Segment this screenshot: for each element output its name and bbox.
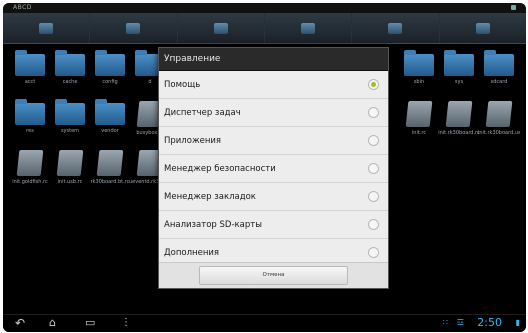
file-item[interactable]: rk30board.bt.rc [89,148,131,198]
file-name: init.rk30board.rc [438,130,480,136]
option-help[interactable]: Помощь [159,71,388,99]
home-icon[interactable]: ⌂ [49,316,56,330]
option-label: Диспетчер задач [164,107,241,118]
signal-icon: ☲ [456,318,464,327]
radio-icon[interactable] [368,191,379,202]
file-item[interactable]: sys [438,50,480,100]
file-manager-toolbar [3,13,526,44]
option-label: Помощь [164,79,201,90]
toolbar-edit-button[interactable] [178,13,265,43]
file-item[interactable]: system [49,99,91,149]
option-label: Менеджер безопасности [164,163,276,174]
folder-icon [95,50,125,76]
notification-icon [511,5,516,10]
folder-icon [95,99,125,125]
menu-icon[interactable]: ⋮ [121,316,131,330]
top-status-bar: ABCD [3,3,526,13]
option-label: Анализатор SD-карты [164,219,262,230]
file-item[interactable]: config [89,50,131,100]
file-name: init.goldfish.rc [12,179,48,185]
toolbar-image-button[interactable] [265,13,353,43]
file-item[interactable]: vendor [89,99,131,149]
wifi-battery-icon: ▮ [515,318,520,327]
folder-icon [39,22,54,34]
carrier-label: ABCD [13,4,32,11]
toolbar-settings-button[interactable] [440,13,526,43]
file-name: sbin [413,79,425,85]
toolbar-grid-button[interactable] [90,13,178,43]
file-name: rk30board.bt.rc [90,179,130,185]
file-item[interactable]: sdcard [478,50,520,100]
toolbar-sort-button[interactable] [352,13,440,43]
file-item[interactable]: cache [49,50,91,100]
folder-icon [15,50,45,76]
file-name: init.rc [411,130,427,136]
option-applications[interactable]: Приложения [159,127,388,155]
toolbar-folder-button[interactable] [3,13,91,43]
file-item[interactable]: sbin [398,50,440,100]
file-name: sdcard [490,79,508,85]
radio-checked-icon[interactable] [368,79,379,90]
folder-icon [55,99,85,125]
image-icon [301,22,316,34]
option-security-manager[interactable]: Менеджер безопасности [159,155,388,183]
back-icon[interactable]: ↶ [15,316,25,330]
radio-icon[interactable] [368,219,379,230]
status-clock: 2:50 [477,316,502,329]
file-name: res [26,128,34,134]
document-icon [16,150,44,176]
management-dialog: Управление Помощь Диспетчер задач Прилож… [158,47,389,289]
file-item[interactable]: init.goldfish.rc [9,148,51,198]
recent-apps-icon[interactable]: ▭ [85,316,95,330]
sort-icon [388,22,403,34]
folder-icon [404,50,434,76]
file-item[interactable]: init.usb.rc [49,148,91,198]
file-name: config [102,79,118,85]
file-item[interactable]: init.rk30board.rc [438,99,480,149]
document-icon [56,150,84,176]
folder-icon [15,99,45,125]
file-name: acct [24,79,36,85]
file-name: system [60,128,80,134]
dialog-options-list: Помощь Диспетчер задач Приложения Менедж… [159,71,388,266]
dialog-title: Управление [159,48,388,71]
file-name: vendor [101,128,119,134]
tablet-screen: ABCD acct cache config d sbin sys sdcard… [3,3,526,332]
file-name: init.rk30board.usb.rc [478,130,520,136]
option-label: Менеджер закладок [164,191,256,202]
document-icon [485,101,513,127]
cancel-button[interactable]: Отмена [199,266,348,285]
system-navigation-bar: ↶ ⌂ ▭ ⋮ ∷ ☲ 2:50 ▮ [3,314,526,332]
option-sd-analyzer[interactable]: Анализатор SD-карты [159,211,388,239]
settings-icon [475,22,490,34]
document-icon [96,150,124,176]
file-item[interactable]: init.rc [398,99,440,149]
edit-icon [213,22,228,34]
dialog-footer: Отмена [159,262,388,288]
folder-icon [55,50,85,76]
option-label: Приложения [164,135,222,146]
radio-icon[interactable] [368,247,379,258]
folder-icon [444,50,474,76]
file-item[interactable]: init.rk30board.usb.rc [478,99,520,149]
option-bookmark-manager[interactable]: Менеджер закладок [159,183,388,211]
folder-icon [484,50,514,76]
radio-icon[interactable] [368,107,379,118]
usb-icon: ∷ [442,318,448,327]
file-item[interactable]: res [9,99,51,149]
radio-icon[interactable] [368,135,379,146]
grid-icon [126,22,141,34]
file-name: sys [454,79,464,85]
file-name: init.usb.rc [57,179,83,185]
radio-icon[interactable] [368,163,379,174]
file-item[interactable]: acct [9,50,51,100]
document-icon [445,101,473,127]
document-icon [405,101,433,127]
file-name: cache [62,79,78,85]
option-task-manager[interactable]: Диспетчер задач [159,99,388,127]
option-label: Дополнения [164,247,220,258]
